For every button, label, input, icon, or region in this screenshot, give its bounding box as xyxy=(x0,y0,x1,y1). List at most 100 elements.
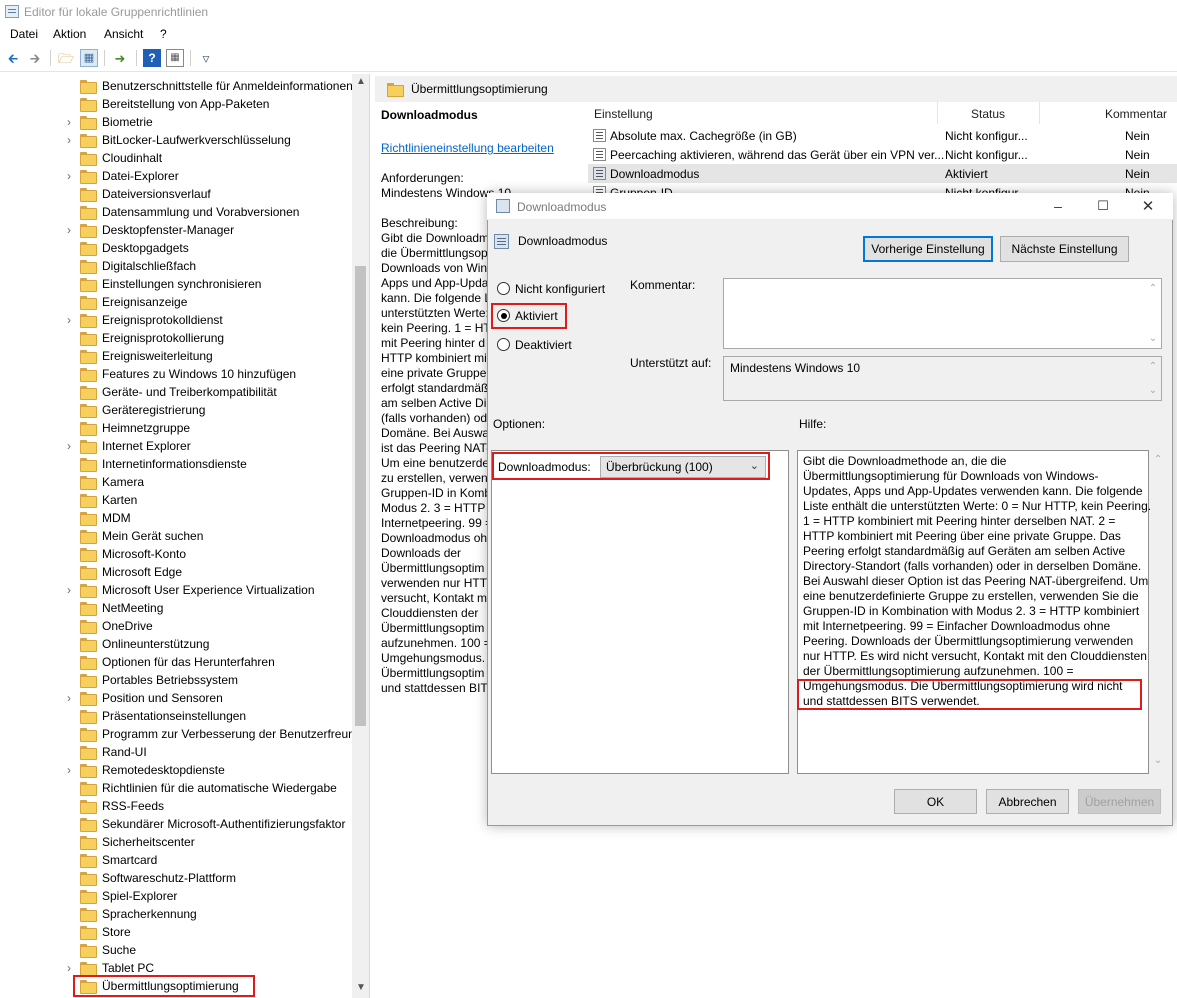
tree-item[interactable]: Mein Gerät suchen xyxy=(0,527,354,545)
tree-item[interactable]: Suche xyxy=(0,941,354,959)
table-row[interactable]: Absolute max. Cachegröße (in GB) Nicht ko… xyxy=(588,126,1177,145)
radio-not-configured[interactable]: Nicht konfiguriert xyxy=(497,280,617,298)
tree-item[interactable]: › Desktopfenster-Manager xyxy=(0,221,354,239)
tree-item[interactable]: Sekundärer Microsoft-Authentifizierungsf… xyxy=(0,815,354,833)
tree-item[interactable]: Karten xyxy=(0,491,354,509)
tree-item[interactable]: Spracherkennung xyxy=(0,905,354,923)
edit-policy-link[interactable]: Richtlinieneinstellung bearbeiten xyxy=(381,141,554,155)
tree-item[interactable]: Einstellungen synchronisieren xyxy=(0,275,354,293)
next-setting-button[interactable]: Nächste Einstellung xyxy=(1000,236,1129,262)
column-header-setting[interactable]: Einstellung xyxy=(594,107,653,121)
tree-item[interactable]: Ereignisweiterleitung xyxy=(0,347,354,365)
minimize-icon[interactable]: – xyxy=(1044,195,1072,217)
tree-item[interactable]: Geräteregistrierung xyxy=(0,401,354,419)
column-divider[interactable] xyxy=(937,102,938,124)
tree-item[interactable]: Datensammlung und Vorabversionen xyxy=(0,203,354,221)
tree-item[interactable]: Benutzerschnittstelle für Anmeldeinforma… xyxy=(0,77,354,95)
previous-setting-button[interactable]: Vorherige Einstellung xyxy=(863,236,993,262)
ok-button[interactable]: OK xyxy=(894,789,977,814)
tree-item[interactable]: NetMeeting xyxy=(0,599,354,617)
tree-item[interactable]: MDM xyxy=(0,509,354,527)
chevron-right-icon[interactable]: › xyxy=(64,763,74,777)
scroll-down-icon[interactable]: ⌄ xyxy=(1146,333,1160,344)
scroll-down-icon[interactable]: ⌄ xyxy=(1151,755,1165,766)
tree-item[interactable]: Sicherheitscenter xyxy=(0,833,354,851)
tree-item[interactable]: Kamera xyxy=(0,473,354,491)
filter-icon[interactable]: ▿ xyxy=(197,49,215,67)
tree-item[interactable]: Geräte- und Treiberkompatibilität xyxy=(0,383,354,401)
tree-item[interactable]: Heimnetzgruppe xyxy=(0,419,354,437)
chevron-right-icon[interactable]: › xyxy=(64,313,74,327)
tree-item[interactable]: Internetinformationsdienste xyxy=(0,455,354,473)
tree-item[interactable]: Ereignisanzeige xyxy=(0,293,354,311)
tree-item[interactable]: Rand-UI xyxy=(0,743,354,761)
tree-item[interactable]: Onlineunterstützung xyxy=(0,635,354,653)
up-folder-icon[interactable]: 🗁 xyxy=(57,49,75,67)
tree-item[interactable]: Bereitstellung von App-Paketen xyxy=(0,95,354,113)
apply-button[interactable]: Übernehmen xyxy=(1078,789,1161,814)
export-list-icon[interactable]: ➜ xyxy=(111,49,129,67)
tree-item[interactable]: › Ereignisprotokolldienst xyxy=(0,311,354,329)
radio-circle-icon[interactable] xyxy=(497,338,510,351)
forward-arrow-icon[interactable]: 🡲 xyxy=(26,49,44,67)
tree-item[interactable]: Ereignisprotokollierung xyxy=(0,329,354,347)
close-icon[interactable]: ✕ xyxy=(1134,195,1162,217)
scroll-up-icon[interactable]: ▲ xyxy=(354,76,368,87)
tree-item[interactable]: Desktopgadgets xyxy=(0,239,354,257)
table-row[interactable]: Peercaching aktivieren, während das Gerä… xyxy=(588,145,1177,164)
tree-item[interactable]: Spiel-Explorer xyxy=(0,887,354,905)
chevron-right-icon[interactable]: › xyxy=(64,439,74,453)
tree-item[interactable]: Cloudinhalt xyxy=(0,149,354,167)
tree-item[interactable]: › Biometrie xyxy=(0,113,354,131)
tree-item[interactable]: Softwareschutz-Plattform xyxy=(0,869,354,887)
tree-item[interactable]: › BitLocker-Laufwerkverschlüsselung xyxy=(0,131,354,149)
tree-item[interactable]: Store xyxy=(0,923,354,941)
chevron-right-icon[interactable]: › xyxy=(64,691,74,705)
tree-item[interactable]: › Microsoft User Experience Virtualizatio… xyxy=(0,581,354,599)
tree-item[interactable]: Richtlinien für die automatische Wiederg… xyxy=(0,779,354,797)
tree-item[interactable]: Microsoft Edge xyxy=(0,563,354,581)
column-divider[interactable] xyxy=(1039,102,1040,124)
tree-item[interactable]: Smartcard xyxy=(0,851,354,869)
tree-item[interactable]: Optionen für das Herunterfahren xyxy=(0,653,354,671)
cancel-button[interactable]: Abbrechen xyxy=(986,789,1069,814)
tree-item[interactable]: Digitalschließfach xyxy=(0,257,354,275)
tree-item[interactable]: › Position und Sensoren xyxy=(0,689,354,707)
tree-scrollbar-thumb[interactable] xyxy=(355,266,366,726)
tree-item[interactable]: Features zu Windows 10 hinzufügen xyxy=(0,365,354,383)
menu-help[interactable]: ? xyxy=(160,27,167,41)
tree-item[interactable]: › Internet Explorer xyxy=(0,437,354,455)
tree-item[interactable]: Portables Betriebssystem xyxy=(0,671,354,689)
chevron-right-icon[interactable]: › xyxy=(64,583,74,597)
help-scrollbar[interactable]: ⌃ ⌄ xyxy=(1150,450,1167,774)
maximize-icon[interactable]: ☐ xyxy=(1089,195,1117,217)
scroll-up-icon[interactable]: ⌃ xyxy=(1151,454,1165,465)
tree-item[interactable]: Microsoft-Konto xyxy=(0,545,354,563)
menu-ansicht[interactable]: Ansicht xyxy=(104,27,143,41)
tree-item[interactable]: Dateiversionsverlauf xyxy=(0,185,354,203)
chevron-right-icon[interactable]: › xyxy=(64,115,74,129)
tree-item[interactable]: RSS-Feeds xyxy=(0,797,354,815)
help-icon[interactable]: ? xyxy=(143,49,161,67)
tree-item[interactable]: › Datei-Explorer xyxy=(0,167,354,185)
chevron-right-icon[interactable]: › xyxy=(64,133,74,147)
tree-item[interactable]: Programm zur Verbesserung der Benutzerfr… xyxy=(0,725,361,743)
menu-aktion[interactable]: Aktion xyxy=(53,27,86,41)
back-arrow-icon[interactable]: 🡰 xyxy=(4,49,22,67)
properties-icon[interactable]: ▦ xyxy=(166,49,184,67)
radio-disabled[interactable]: Deaktiviert xyxy=(497,336,577,354)
tree-item[interactable]: Präsentationseinstellungen xyxy=(0,707,354,725)
radio-circle-icon[interactable] xyxy=(497,282,510,295)
scroll-up-icon[interactable]: ⌃ xyxy=(1146,283,1160,294)
menu-datei[interactable]: Datei xyxy=(10,27,38,41)
table-row[interactable]: Downloadmodus Aktiviert Nein xyxy=(588,164,1177,183)
show-hide-tree-icon[interactable]: ▦ xyxy=(80,49,98,67)
chevron-right-icon[interactable]: › xyxy=(64,223,74,237)
tree-item[interactable]: OneDrive xyxy=(0,617,354,635)
scroll-down-icon[interactable]: ▼ xyxy=(354,982,368,993)
column-header-status[interactable]: Status xyxy=(971,107,1005,121)
column-header-comment[interactable]: Kommentar xyxy=(1105,107,1167,121)
chevron-right-icon[interactable]: › xyxy=(64,961,74,975)
comment-textbox[interactable]: ⌃ ⌄ xyxy=(723,278,1162,349)
chevron-right-icon[interactable]: › xyxy=(64,169,74,183)
